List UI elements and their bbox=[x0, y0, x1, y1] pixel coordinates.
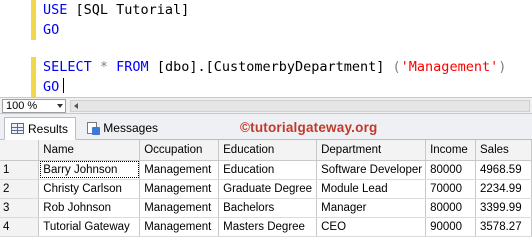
table-cell[interactable]: Education bbox=[218, 160, 318, 180]
string-argument: 'Management' bbox=[400, 59, 499, 75]
table-row[interactable]: 3 Rob Johnson Management Bachelors Manag… bbox=[0, 198, 532, 218]
code-line-2: GO bbox=[43, 20, 59, 40]
scroll-left-icon[interactable] bbox=[74, 103, 78, 109]
column-header[interactable]: Income bbox=[425, 140, 477, 161]
row-number[interactable]: 2 bbox=[0, 179, 40, 199]
table-cell[interactable]: 3399.99 bbox=[475, 198, 532, 218]
open-paren: ( bbox=[392, 59, 401, 75]
code-line-1: USE [SQL Tutorial] bbox=[43, 0, 189, 20]
zoom-bar: 100 % bbox=[0, 97, 532, 114]
table-function-name: [dbo].[CustomerbyDepartment] bbox=[148, 59, 393, 75]
table-cell[interactable]: Christy Carlson bbox=[38, 179, 141, 199]
keyword-go: GO bbox=[43, 79, 60, 95]
select-star: * bbox=[91, 59, 117, 75]
tab-messages[interactable]: Messages bbox=[80, 117, 158, 139]
tab-results-label: Results bbox=[28, 121, 69, 136]
query-editor[interactable]: USE [SQL Tutorial] GO SELECT * FROM [dbo… bbox=[0, 0, 532, 97]
row-number[interactable]: 1 bbox=[0, 160, 40, 180]
table-cell[interactable]: Management bbox=[139, 217, 220, 237]
tab-results[interactable]: Results bbox=[4, 117, 76, 140]
table-row[interactable]: 2 Christy Carlson Management Graduate De… bbox=[0, 179, 532, 199]
grid-icon bbox=[11, 123, 24, 134]
change-indicator bbox=[31, 57, 36, 97]
horizontal-scrollbar[interactable] bbox=[70, 100, 530, 112]
table-cell[interactable]: Management bbox=[139, 160, 220, 180]
messages-icon bbox=[86, 121, 100, 135]
table-cell[interactable]: Masters Degree bbox=[218, 217, 318, 237]
table-cell[interactable]: Bachelors bbox=[218, 198, 318, 218]
table-cell[interactable]: Management bbox=[139, 179, 220, 199]
header-row: Name Occupation Education Department Inc… bbox=[0, 140, 532, 161]
column-header[interactable]: Occupation bbox=[139, 140, 220, 161]
column-header[interactable]: Name bbox=[38, 140, 141, 161]
table-cell[interactable]: 4968.59 bbox=[475, 160, 532, 180]
code-line-4: SELECT * FROM [dbo].[CustomerbyDepartmen… bbox=[43, 57, 506, 77]
keyword-use: USE bbox=[43, 2, 68, 18]
watermark-text: ©tutorialgateway.org bbox=[240, 120, 378, 135]
row-number[interactable]: 3 bbox=[0, 198, 40, 218]
zoom-value: 100 % bbox=[6, 100, 38, 112]
table-cell[interactable]: Module Lead bbox=[316, 179, 427, 199]
zoom-select[interactable]: 100 % bbox=[2, 99, 66, 113]
table-row[interactable]: 1 Barry Johnson Management Education Sof… bbox=[0, 160, 532, 180]
table-cell[interactable]: Software Developer bbox=[316, 160, 427, 180]
database-name: [SQL Tutorial] bbox=[67, 2, 190, 18]
table-cell[interactable]: 80000 bbox=[425, 198, 477, 218]
editor-margin bbox=[0, 0, 28, 97]
table-cell[interactable]: 3578.27 bbox=[475, 217, 532, 237]
code-line-5: GO bbox=[43, 77, 65, 97]
table-cell[interactable]: Management bbox=[139, 198, 220, 218]
table-cell[interactable]: Rob Johnson bbox=[38, 198, 141, 218]
keyword-go: GO bbox=[43, 22, 60, 38]
row-number[interactable]: 4 bbox=[0, 217, 40, 237]
column-header[interactable]: Education bbox=[218, 140, 318, 161]
column-header[interactable]: Department bbox=[316, 140, 427, 161]
keyword-select: SELECT bbox=[43, 59, 92, 75]
table-cell[interactable]: Graduate Degree bbox=[218, 179, 318, 199]
column-header[interactable]: Sales bbox=[475, 140, 532, 161]
table-cell[interactable]: CEO bbox=[316, 217, 427, 237]
table-cell[interactable]: 90000 bbox=[425, 217, 477, 237]
results-table: Name Occupation Education Department Inc… bbox=[0, 140, 532, 237]
change-indicator bbox=[31, 0, 36, 40]
table-cell[interactable]: 2234.99 bbox=[475, 179, 532, 199]
close-paren: ) bbox=[498, 59, 507, 75]
tab-messages-label: Messages bbox=[103, 121, 158, 135]
row-number-header[interactable] bbox=[0, 140, 40, 161]
results-tab-strip: Results Messages ©tutorialgateway.org bbox=[0, 114, 532, 140]
table-cell[interactable]: 80000 bbox=[425, 160, 477, 180]
table-row[interactable]: 4 Tutorial Gateway Management Masters De… bbox=[0, 217, 532, 237]
text-caret bbox=[63, 78, 65, 93]
table-cell[interactable]: Barry Johnson bbox=[38, 160, 141, 180]
table-cell[interactable]: Manager bbox=[316, 198, 427, 218]
chevron-down-icon bbox=[57, 104, 63, 108]
keyword-from: FROM bbox=[116, 59, 149, 75]
table-cell[interactable]: Tutorial Gateway bbox=[38, 217, 141, 237]
table-cell[interactable]: 70000 bbox=[425, 179, 477, 199]
results-grid[interactable]: Name Occupation Education Department Inc… bbox=[0, 140, 532, 239]
